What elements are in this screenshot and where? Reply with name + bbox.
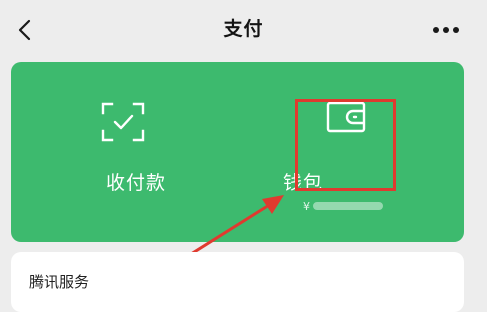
blurred-balance xyxy=(313,202,383,210)
top-nav-bar: 支付 xyxy=(0,0,487,60)
currency-symbol: ¥ xyxy=(303,199,310,213)
wallet-balance-hidden: ¥ xyxy=(303,199,388,213)
page-title: 支付 xyxy=(223,18,264,40)
more-button[interactable] xyxy=(426,18,466,42)
tencent-services-section: 腾讯服务 xyxy=(11,252,464,312)
scan-check-icon xyxy=(101,102,145,142)
annotation-highlight-box xyxy=(295,99,396,191)
more-dots-icon xyxy=(433,27,459,33)
receive-pay-label: 收付款 xyxy=(105,172,166,194)
payment-card: 收付款 钱包 xyxy=(11,62,464,242)
receive-pay-button[interactable]: 收付款 xyxy=(46,62,226,242)
section-title: 腾讯服务 xyxy=(29,273,90,291)
